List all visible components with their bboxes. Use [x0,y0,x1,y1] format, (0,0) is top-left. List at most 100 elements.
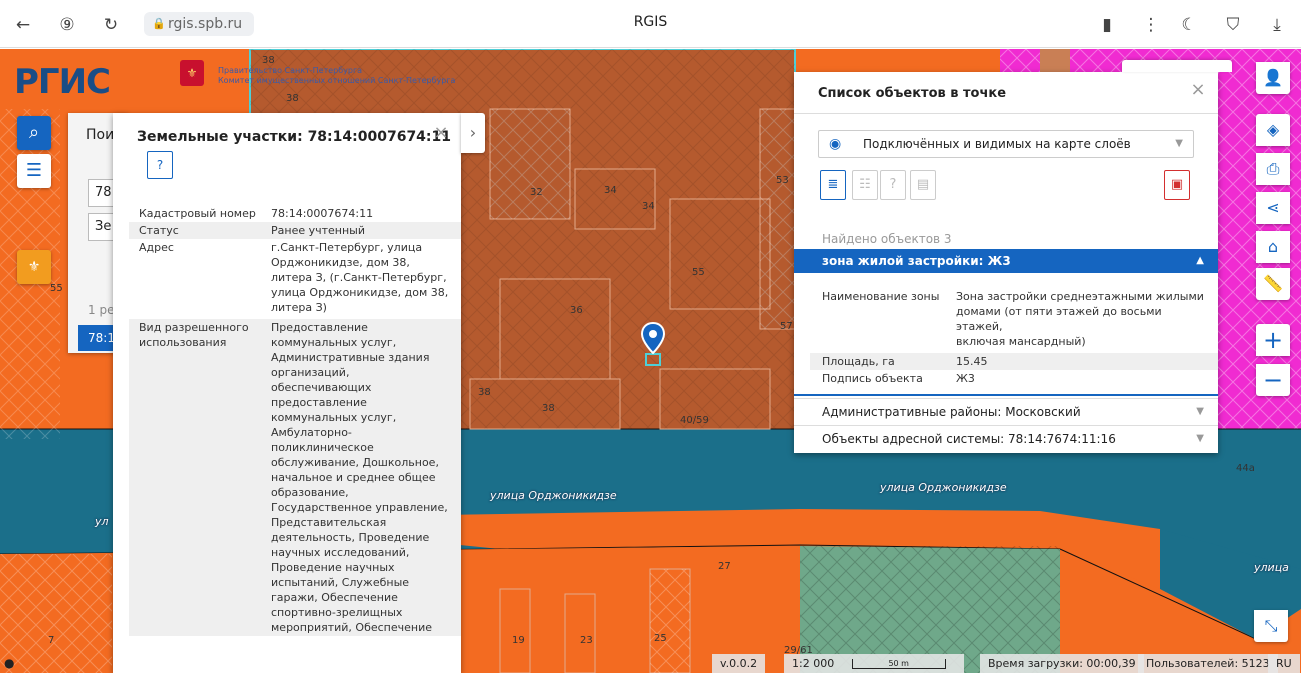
building-number: 38 [542,403,555,414]
layers-icon: ◈ [1266,120,1280,139]
zoom-out-button[interactable]: − [1256,364,1290,396]
attribute-row: Вид разрешенного использования Предостав… [129,319,461,636]
layers-button[interactable]: ◈ [1256,114,1290,146]
attribute-row: Кадастровый номер 78:14:0007674:11 [129,205,461,222]
attribute-value: Предоставление коммунальных услуг, Админ… [271,321,448,634]
share-icon: ⋖ [1266,198,1280,217]
protect-icon[interactable]: ⛉ [1222,14,1244,36]
attribute-row: Статус Ранее учтенный [129,222,461,239]
building-number: 36 [570,305,583,316]
attribute-row: Подпись объекта Ж3 [810,370,1218,387]
chevron-up-icon: ▲ [1196,255,1204,266]
search-button[interactable]: ⌕ [17,116,51,150]
building-number: 38 [286,93,299,104]
street-label: улица Орджоникидзе [880,481,1007,494]
building-number: 38 [478,387,491,398]
minus-icon: − [1262,366,1284,394]
bookmark-icon[interactable]: ▮ [1096,14,1118,36]
attribute-key: Площадь, га [822,355,895,368]
building-number: 55 [50,283,63,294]
reload-icon[interactable]: ↻ [100,14,122,36]
chevron-right-icon: › [469,123,477,142]
share-button[interactable]: ⋖ [1256,192,1290,224]
browser-toolbar: ← ⑨ ↻ 🔒 rgis.spb.ru RGIS ▮ ⋮ ☾ ⛉ ⤓ [0,0,1301,48]
building-number: 27 [718,561,731,572]
address-bar[interactable]: 🔒 rgis.spb.ru [144,12,254,36]
document-icon: ▤ [916,177,930,192]
alice-icon[interactable]: ☾ [1178,14,1200,36]
language-switch[interactable]: RU [1268,654,1300,673]
attribute-key: Вид разрешенного использования [139,321,249,349]
chevron-down-icon: ▼ [1196,406,1204,417]
home-button[interactable]: ⌂ [1256,231,1290,263]
district-button[interactable]: ⚜ [17,250,51,284]
eye-icon: ◉ [829,136,842,152]
print-button[interactable]: ⎙ [1256,153,1290,185]
version-label: v.0.0.2 [712,654,766,673]
collapse-panel-button[interactable]: › [461,113,485,153]
zoom-in-button[interactable]: + [1256,324,1290,356]
address-section-header[interactable]: Объекты адресной системы: 78:14:7674:11:… [794,425,1218,452]
close-icon[interactable]: × [1188,80,1208,100]
table-icon: ☷ [859,177,871,192]
building-number: 53 [776,175,789,186]
objects-panel-title: Список объектов в точке [818,86,1007,101]
menu-button[interactable]: ☰ [17,154,51,188]
building-number: 7 [48,635,55,646]
coat-of-arms-icon: ⚜ [180,60,204,86]
emblem-icon: ⚜ [27,259,41,275]
fullscreen-button[interactable]: ⤡ [1254,610,1288,642]
close-icon[interactable]: × [431,123,451,143]
basemap-switcher[interactable] [1122,60,1232,72]
document-view-button[interactable]: ▤ [910,170,936,200]
result-count: 1 ре [88,303,115,317]
attribute-value: Ж3 [956,372,975,385]
back-icon[interactable]: ← [12,14,34,36]
building-number: 55 [692,267,705,278]
attribute-key: Статус [139,224,179,237]
list-icon: ≣ [827,177,839,192]
house-icon: ⌂ [1267,237,1279,256]
user-count: Пользователей: 5123 [1138,654,1278,673]
layer-filter-value: Подключённых и видимых на карте слоёв [863,137,1131,151]
building-number: 44a [1236,463,1255,474]
rgis-logo[interactable]: РГИС [14,62,111,102]
ruler-icon: 📏 [1263,274,1283,293]
found-count: Найдено объектов 3 [822,232,952,246]
land-plot-title: Земельные участки: 78:14:0007674:11 [137,129,452,145]
report-button[interactable]: ▣ [1164,170,1190,200]
more-menu-icon[interactable]: ⋮ [1140,14,1162,36]
chevron-down-icon: ▼ [1196,433,1204,444]
table-view-button[interactable]: ☷ [852,170,878,200]
government-line-1: Правительство Санкт-Петербурга [218,66,363,75]
attribute-value: 78:14:0007674:11 [271,207,374,220]
user-button[interactable]: 👤 [1256,62,1290,94]
building-number: 32 [530,187,543,198]
attribute-row: Площадь, га 15.45 [810,353,1218,370]
street-label: улица Орджоникидзе [490,489,617,502]
address-section-title: Объекты адресной системы: 78:14:7674:11:… [822,432,1116,446]
chevron-down-icon: ▼ [1175,138,1183,149]
location-marker-icon[interactable]: ● [4,654,14,673]
building-number: 19 [512,635,525,646]
list-view-button[interactable]: ≣ [820,170,846,200]
layer-filter-select[interactable]: ◉ Подключённых и видимых на карте слоёв … [818,130,1194,158]
download-icon[interactable]: ⤓ [1266,14,1288,36]
building-number: 25 [654,633,667,644]
print-icon: ⎙ [1266,159,1280,178]
attribute-key: Наименование зоны [822,290,940,303]
attribute-value: г.Санкт-Петербург, улица Орджоникидзе, д… [271,241,449,314]
street-label: улица [1254,561,1289,574]
attribute-value: Зона застройки среднеэтажными жилыми дом… [956,290,1204,348]
menu-icon: ☰ [25,160,43,181]
zone-section-header[interactable]: зона жилой застройки: Ж3 ▲ [794,249,1218,273]
districts-section-header[interactable]: Административные районы: Московский ▼ [794,398,1218,425]
info-button[interactable]: ? [147,151,173,179]
zone-section-title: зона жилой застройки: Ж3 [822,254,1011,268]
scale-control[interactable]: 1:2 000 50 m [784,654,964,673]
info-view-button[interactable]: ? [880,170,906,200]
building-number: 38 [262,55,275,66]
status-bar: ● v.0.0.2 1:2 000 50 m Время загрузки: 0… [0,654,1301,673]
yandex-icon[interactable]: ⑨ [56,14,78,36]
measure-button[interactable]: 📏 [1256,268,1290,300]
